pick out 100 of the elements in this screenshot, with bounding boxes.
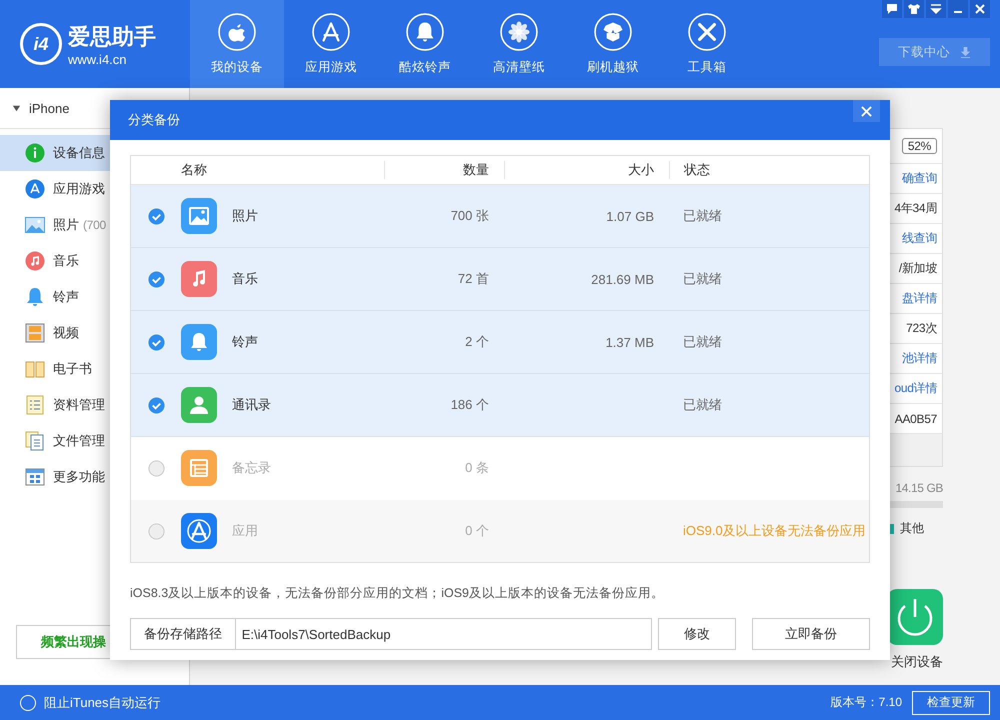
logo-mark: i4 bbox=[20, 23, 62, 65]
info-value: AA0B57 bbox=[894, 412, 937, 426]
data-size: 281.69 MB bbox=[591, 272, 654, 286]
bell-icon bbox=[25, 287, 45, 307]
data-size: 1.37 MB bbox=[606, 334, 654, 350]
power-icon[interactable] bbox=[887, 589, 943, 645]
sidebar-label: 铃声 bbox=[53, 288, 79, 306]
sidebar-label: 视频 bbox=[53, 324, 79, 342]
version-text: 版本号：7.10 bbox=[830, 694, 902, 711]
info-value: /新加坡 bbox=[898, 260, 937, 277]
category-name: 音乐 bbox=[232, 270, 258, 288]
music-icon bbox=[181, 261, 217, 297]
nav-tab[interactable]: 我的设备 bbox=[190, 0, 284, 88]
data-size: 1.07 GB bbox=[606, 208, 654, 224]
nav-tab[interactable]: 应用游戏 bbox=[284, 0, 378, 88]
legend-swatch bbox=[890, 524, 894, 534]
notes-icon bbox=[181, 450, 217, 486]
bell-icon bbox=[181, 324, 217, 360]
check-icon[interactable] bbox=[148, 334, 164, 350]
nav-tab[interactable]: 刷机越狱 bbox=[566, 0, 660, 88]
download-icon bbox=[960, 46, 971, 58]
radio-button[interactable] bbox=[148, 460, 164, 476]
category-name: 照片 bbox=[232, 207, 258, 225]
app-name: 爱思助手 bbox=[68, 22, 156, 50]
collapse-icon[interactable] bbox=[12, 104, 21, 112]
legend-label: 其他 bbox=[900, 520, 924, 537]
status-text: 已就绪 bbox=[683, 334, 722, 349]
table-row[interactable]: 音乐 72 首 281.69 MB 已就绪 bbox=[131, 248, 869, 311]
item-count: (700 bbox=[83, 218, 106, 232]
bell-icon bbox=[406, 12, 444, 50]
info-link[interactable]: oud详情 bbox=[894, 380, 937, 397]
nav-tab[interactable]: 高清壁纸 bbox=[472, 0, 566, 88]
item-count: 0 条 bbox=[465, 460, 489, 475]
table-row[interactable]: 通讯录 186 个 已就绪 bbox=[131, 374, 869, 437]
check-icon[interactable] bbox=[148, 396, 164, 414]
radio-button[interactable] bbox=[148, 522, 164, 540]
sidebar-label: 文件管理 bbox=[53, 432, 105, 450]
column-header: 数量 bbox=[385, 161, 505, 179]
item-count: 72 首 bbox=[458, 271, 489, 286]
info-link[interactable]: 盘详情 bbox=[902, 290, 937, 307]
sidebar-label: 电子书 bbox=[53, 360, 92, 378]
close-icon bbox=[861, 106, 872, 116]
path-label: 备份存储路径 bbox=[130, 618, 236, 650]
category-name: 通讯录 bbox=[232, 396, 271, 414]
nav-tab[interactable]: 酷炫铃声 bbox=[378, 0, 472, 88]
status-text: 已就绪 bbox=[683, 208, 722, 223]
battery-level: 52% bbox=[902, 138, 937, 154]
info-value: 723次 bbox=[906, 320, 937, 337]
shirt-icon[interactable] bbox=[904, 0, 924, 18]
sidebar-label: 更多功能 bbox=[53, 468, 105, 486]
notes-icon bbox=[25, 395, 45, 415]
sidebar-label: 资料管理 bbox=[53, 396, 105, 414]
column-header: 名称 bbox=[181, 161, 385, 179]
check-update-button[interactable]: 检查更新 bbox=[912, 690, 990, 714]
column-header: 状态 bbox=[682, 161, 711, 179]
power-label[interactable]: 关闭设备 bbox=[891, 653, 943, 671]
path-field[interactable]: E:\i4Tools7\SortedBackup bbox=[236, 618, 652, 650]
item-count: 700 张 bbox=[450, 208, 489, 223]
flower-icon bbox=[500, 12, 538, 50]
apple-icon bbox=[218, 12, 256, 50]
minimize-icon[interactable] bbox=[948, 0, 968, 18]
status-text: 已就绪 bbox=[683, 397, 722, 412]
modify-button[interactable]: 修改 bbox=[658, 618, 736, 650]
box-icon bbox=[594, 12, 632, 50]
backup-button[interactable]: 立即备份 bbox=[752, 618, 870, 650]
dialog-title: 分类备份 bbox=[128, 111, 180, 129]
info-link[interactable]: 确查询 bbox=[902, 170, 937, 187]
nav-tab[interactable]: 工具箱 bbox=[660, 0, 754, 88]
item-count: 0 个 bbox=[465, 523, 489, 538]
sidebar-label: 照片 bbox=[53, 216, 79, 234]
category-name: 应用 bbox=[232, 522, 258, 540]
menu-icon[interactable] bbox=[926, 0, 946, 18]
item-count: 186 个 bbox=[450, 397, 489, 412]
storage-total: 14.15 GB bbox=[895, 481, 943, 495]
table-row[interactable]: 照片 700 张 1.07 GB 已就绪 bbox=[131, 185, 869, 248]
feedback-icon[interactable] bbox=[882, 0, 902, 18]
book-icon bbox=[25, 359, 45, 379]
sidebar-label: 设备信息 bbox=[53, 144, 105, 162]
close-button[interactable] bbox=[853, 100, 880, 122]
status-text: 已就绪 bbox=[683, 271, 722, 286]
column-header: 大小 bbox=[505, 161, 670, 179]
contact-icon bbox=[181, 387, 217, 423]
info-link[interactable]: 池详情 bbox=[902, 350, 937, 367]
info-value: 4年34周 bbox=[894, 200, 937, 217]
info-icon bbox=[25, 143, 45, 163]
info-link[interactable]: 线查询 bbox=[902, 230, 937, 247]
music-icon bbox=[25, 251, 45, 271]
sidebar-label: 音乐 bbox=[53, 252, 79, 270]
files-icon bbox=[25, 431, 45, 451]
check-icon[interactable] bbox=[148, 270, 164, 288]
device-name: iPhone bbox=[29, 100, 70, 116]
check-icon[interactable] bbox=[148, 208, 164, 224]
table-row[interactable]: 铃声 2 个 1.37 MB 已就绪 bbox=[131, 311, 869, 374]
item-count: 2 个 bbox=[465, 334, 489, 349]
photo-icon bbox=[181, 198, 217, 234]
itunes-block-label[interactable]: 阻止iTunes自动运行 bbox=[44, 694, 161, 712]
app-url: www.i4.cn bbox=[68, 52, 128, 66]
note-text: iOS8.3及以上版本的设备，无法备份部分应用的文档；iOS9及以上版本的设备无法备份应用。 bbox=[130, 585, 666, 602]
grid-icon bbox=[25, 467, 45, 487]
close-icon[interactable] bbox=[970, 0, 990, 18]
